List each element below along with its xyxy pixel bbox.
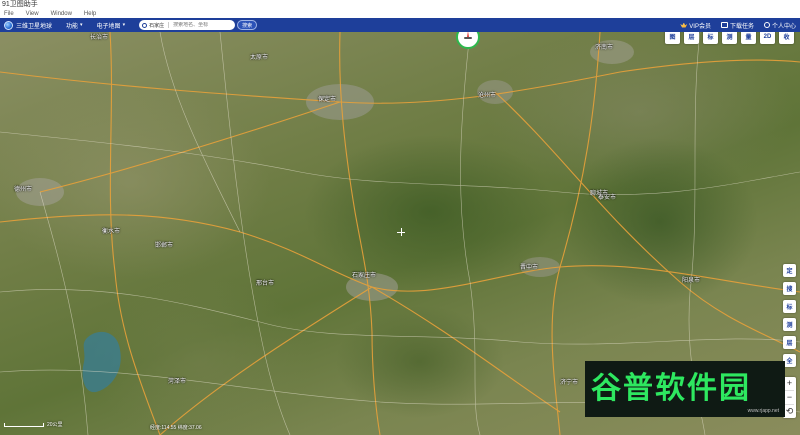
location-icon: [142, 22, 148, 28]
menu-window[interactable]: Window: [51, 10, 72, 18]
locate-button[interactable]: 定: [783, 264, 796, 277]
city-label[interactable]: 德州市: [14, 184, 32, 193]
city-label[interactable]: 泰安市: [598, 192, 616, 201]
search-divider: [168, 22, 170, 28]
city-label[interactable]: 石家庄市: [352, 270, 376, 279]
brand-name: 三维卫星地球: [16, 23, 53, 30]
city-label[interactable]: 太原市: [250, 52, 268, 61]
measure-button[interactable]: 测: [722, 32, 737, 44]
city-label[interactable]: 菏泽市: [168, 376, 186, 385]
task-list-icon: [720, 22, 728, 28]
vip-button[interactable]: VIP会员: [680, 21, 711, 30]
map-center-crosshair: [397, 228, 405, 236]
city-label[interactable]: 邯郸市: [155, 240, 173, 249]
map-scale: 20公里: [4, 421, 63, 428]
watermark-overlay: 谷普软件园 www.rjapp.net: [585, 361, 785, 417]
city-label[interactable]: 晋中市: [520, 262, 538, 271]
minor-road: [39, 191, 89, 435]
city-label[interactable]: 济南市: [595, 42, 613, 51]
vip-label: VIP会员: [689, 23, 711, 30]
city-label[interactable]: 邢台市: [256, 278, 274, 287]
main-toolbar: 三维卫星地球 功能 ▾ 电子地图 ▾ 石家庄 搜索 VIP会员 下载任务 个人中…: [0, 18, 800, 32]
highway: [39, 101, 341, 193]
city-label[interactable]: 沧州市: [478, 90, 496, 99]
user-icon: [763, 22, 770, 28]
search-area: 石家庄 搜索: [139, 20, 258, 30]
chevron-down-icon: ▾: [80, 22, 83, 28]
mark-tool-button[interactable]: 标: [783, 300, 796, 313]
search-box: 石家庄: [139, 20, 236, 30]
right-tool-strip: 定 搜 标 测 层 全: [783, 264, 796, 367]
window-titlebar: 91卫图助手: [0, 0, 800, 10]
chevron-down-icon: ▾: [122, 22, 126, 28]
user-center-button[interactable]: 个人中心: [763, 21, 796, 30]
download-tasks-label: 下载任务: [729, 23, 754, 30]
current-location[interactable]: 石家庄: [149, 22, 164, 29]
highway: [494, 91, 800, 353]
search-button[interactable]: 搜索: [237, 20, 258, 30]
minor-road: [0, 289, 800, 345]
scale-label: 20公里: [47, 422, 63, 428]
highway: [0, 59, 800, 104]
layer-tool-button[interactable]: 层: [783, 336, 796, 349]
measure-tool-button[interactable]: 测: [783, 318, 796, 331]
map-mode-button[interactable]: 图: [665, 32, 680, 44]
coordinate-readout: 经度:114.55 纬度:37.06: [150, 425, 202, 431]
minor-road: [219, 32, 291, 435]
city-label[interactable]: 济宁市: [560, 377, 578, 386]
menu-view[interactable]: View: [26, 10, 39, 18]
app-title: 91卫图助手: [2, 1, 38, 8]
menu-file[interactable]: File: [4, 10, 14, 18]
function-tab[interactable]: 功能 ▾: [66, 21, 83, 30]
highway: [159, 286, 373, 435]
layer-tab[interactable]: 电子地图 ▾: [97, 21, 126, 30]
menu-bar: File View Window Help: [0, 10, 800, 18]
watermark-url: www.rjapp.net: [747, 408, 779, 414]
view-2d-button[interactable]: 2D: [760, 32, 775, 44]
mark-button[interactable]: 标: [703, 32, 718, 44]
favorite-button[interactable]: 收: [779, 32, 794, 44]
lake-shape: [82, 331, 121, 393]
highway: [371, 286, 561, 413]
function-tab-label: 功能: [66, 23, 79, 30]
minor-road: [159, 32, 241, 233]
minor-road: [0, 131, 800, 196]
city-label[interactable]: 保定市: [318, 94, 336, 103]
city-label[interactable]: 阳泉市: [682, 275, 700, 284]
area-button[interactable]: 量: [741, 32, 756, 44]
download-tasks-button[interactable]: 下载任务: [720, 21, 754, 30]
user-center-label: 个人中心: [771, 23, 796, 30]
search-input[interactable]: [173, 22, 224, 28]
watermark-text: 谷普软件园: [591, 371, 751, 406]
crown-icon: [680, 22, 688, 28]
layer-tab-label: 电子地图: [96, 23, 121, 30]
satellite-map[interactable]: 保定市 石家庄市 邢台市 衡水市 沧州市 晋中市 阳泉市 德州市 邯郸市 聊城市…: [0, 32, 800, 435]
scale-bar: [4, 422, 44, 427]
search-tool-button[interactable]: 搜: [783, 282, 796, 295]
city-label[interactable]: 衡水市: [102, 226, 120, 235]
toolbar-right: VIP会员 下载任务 个人中心: [680, 21, 796, 30]
layer-button[interactable]: 层: [684, 32, 699, 44]
top-tool-strip: 图 层 标 测 量 2D 收: [665, 32, 794, 44]
city-label[interactable]: 长治市: [90, 32, 108, 41]
globe-logo-icon: [4, 20, 13, 30]
compass-icon: [462, 32, 474, 43]
menu-help[interactable]: Help: [84, 10, 96, 18]
